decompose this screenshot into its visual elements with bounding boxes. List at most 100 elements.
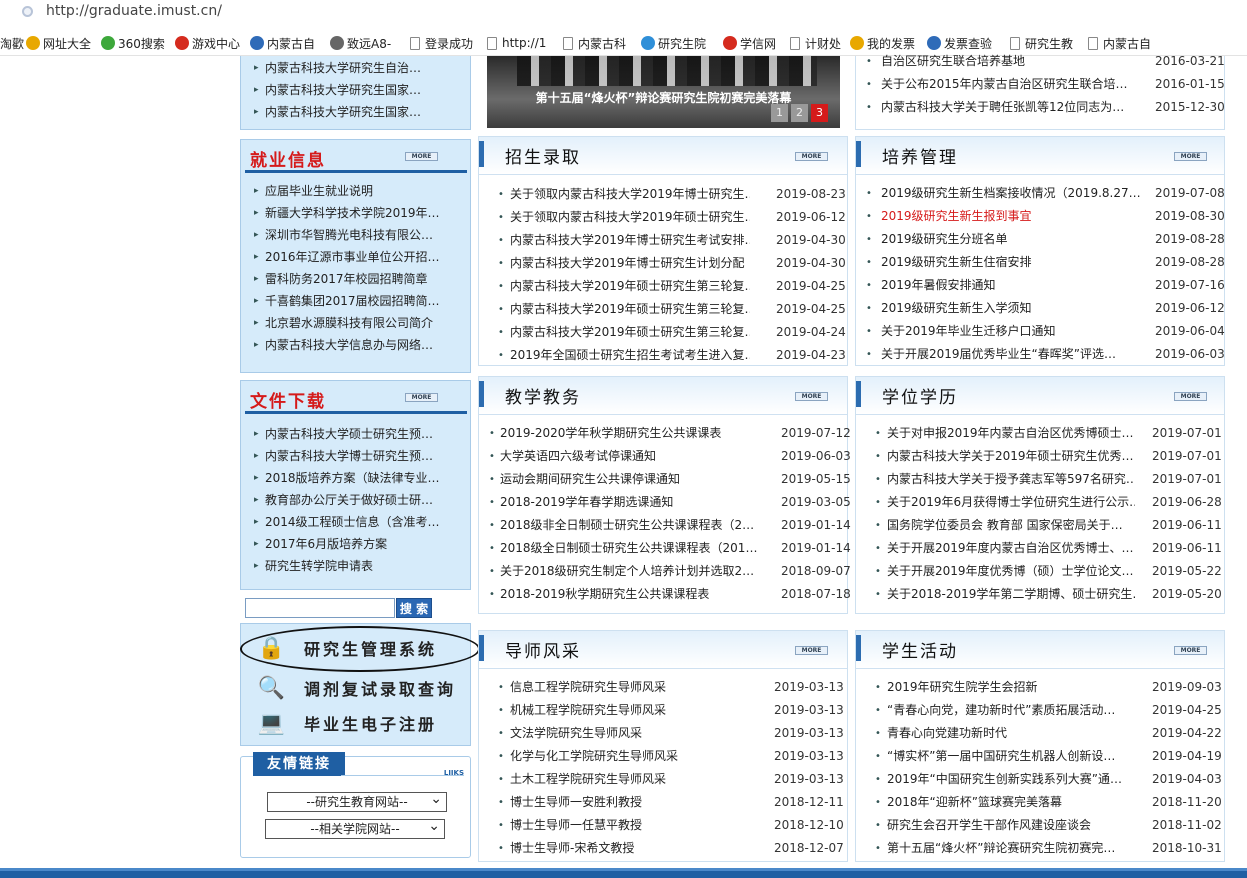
news-row[interactable]: 博士生导师一任慧平教授 2018-12-10 [479, 814, 847, 837]
news-title[interactable]: 内蒙古科技大学2019年硕士研究生第三轮复… [510, 275, 750, 298]
news-row[interactable]: “博实杯”第一届中国研究生机器人创新设… 2019-04-19 [856, 745, 1224, 768]
adjustment-query-link[interactable]: 🔍 调剂复试录取查询 [256, 672, 456, 704]
search-button[interactable]: 搜 索 [396, 598, 432, 618]
news-row[interactable]: 第十五届“烽火杯”辩论赛研究生院初赛完… 2018-10-31 [856, 837, 1224, 860]
employment-more-button[interactable]: MORE [405, 152, 438, 161]
news-row[interactable]: 关于2019年毕业生迁移户口通知 2019-06-04 [856, 320, 1225, 343]
download-link[interactable]: 2018版培养方案（缺法律专业… [241, 467, 470, 489]
bookmark-item[interactable]: 登录成功 [410, 34, 473, 52]
news-row[interactable]: 2019年“中国研究生创新实践系列大赛”通… 2019-04-03 [856, 768, 1224, 791]
news-title[interactable]: 关于开展2019年度内蒙古自治区优秀博士、… [887, 537, 1135, 560]
news-title[interactable]: 关于领取内蒙古科技大学2019年硕士研究生… [510, 206, 750, 229]
news-row[interactable]: 信息工程学院研究生导师风采 2019-03-13 [479, 676, 847, 699]
downloads-more-button[interactable]: MORE [405, 393, 438, 402]
news-row[interactable]: 2018级非全日制硕士研究生公共课课程表（2… 2019-01-14 [479, 514, 851, 537]
news-title[interactable]: 2019级研究生新生住宿安排 [881, 251, 1141, 274]
news-row[interactable]: 2018级全日制硕士研究生公共课课程表（201… 2019-01-14 [479, 537, 851, 560]
news-title[interactable]: 文法学院研究生导师风采 [510, 722, 750, 745]
news-row[interactable]: 博士生导师-宋希文教授 2018-12-07 [479, 837, 847, 860]
news-title[interactable]: 2019年研究生院学生会招新 [887, 676, 1137, 699]
news-title[interactable]: 2018级全日制硕士研究生公共课课程表（201… [500, 537, 765, 560]
top-left-link[interactable]: 内蒙古科技大学研究生自治… [241, 57, 470, 79]
news-title[interactable]: 2019-2020学年秋学期研究生公共课课表 [500, 422, 765, 445]
training-more-button[interactable]: MORE [1174, 152, 1207, 161]
news-title[interactable]: “青春心向党，建功新时代”素质拓展活动… [887, 699, 1137, 722]
news-row[interactable]: 2019年研究生院学生会招新 2019-09-03 [856, 676, 1224, 699]
news-title[interactable]: 2019级研究生新生报到事宜 [881, 205, 1141, 228]
teaching-more-button[interactable]: MORE [795, 392, 828, 401]
bookmark-item[interactable]: 360搜索 [101, 34, 165, 52]
top-left-link[interactable]: 内蒙古科技大学研究生国家… [241, 101, 470, 123]
news-title[interactable]: 2019年“中国研究生创新实践系列大赛”通… [887, 768, 1137, 791]
news-row[interactable]: 关于2018-2019学年第二学期博、硕士研究生… 2019-05-20 [856, 583, 1224, 606]
news-banner[interactable]: 第十五届“烽火杯”辩论赛研究生院初赛完美落幕 123 [487, 56, 840, 128]
employment-link[interactable]: 2016年辽源市事业单位公开招… [241, 246, 470, 268]
banner-page-button[interactable]: 3 [811, 104, 828, 122]
bookmark-item[interactable]: 研究生院 [641, 34, 706, 52]
news-title[interactable]: 信息工程学院研究生导师风采 [510, 676, 750, 699]
college-sites-select[interactable]: --相关学院网站-- [265, 817, 445, 839]
news-title[interactable]: 化学与化工学院研究生导师风采 [510, 745, 750, 768]
news-title[interactable]: 博士生导师-宋希文教授 [510, 837, 750, 860]
news-title[interactable]: 2019级研究生新生入学须知 [881, 297, 1141, 320]
bookmark-item[interactable]: 内蒙古科 [563, 34, 626, 52]
news-row[interactable]: 关于领取内蒙古科技大学2019年硕士研究生… 2019-06-12 [479, 206, 847, 229]
education-sites-select[interactable]: --研究生教育网站-- [267, 790, 447, 812]
employment-link[interactable]: 北京碧水源膜科技有限公司简介 [241, 312, 470, 334]
news-title[interactable]: 关于2018-2019学年第二学期博、硕士研究生… [887, 583, 1135, 606]
news-title[interactable]: 关于开展2019年度优秀博（硕）士学位论文… [887, 560, 1135, 583]
news-row[interactable]: 2019级研究生分班名单 2019-08-28 [856, 228, 1225, 251]
news-row[interactable]: 内蒙古科技大学2019年硕士研究生第三轮复… 2019-04-25 [479, 275, 847, 298]
news-title[interactable]: 研究生会召开学生干部作风建设座谈会 [887, 814, 1137, 837]
news-row[interactable]: 博士生导师一安胜利教授 2018-12-11 [479, 791, 847, 814]
news-title[interactable]: 内蒙古科技大学2019年博士研究生计划分配 [510, 252, 750, 275]
bookmark-item[interactable]: 淘歡 [0, 34, 24, 52]
news-row[interactable]: 机械工程学院研究生导师风采 2019-03-13 [479, 699, 847, 722]
news-row[interactable]: 化学与化工学院研究生导师风采 2019-03-13 [479, 745, 847, 768]
news-title[interactable]: 内蒙古科技大学2019年硕士研究生第三轮复… [510, 298, 750, 321]
page-info-icon[interactable] [22, 6, 33, 17]
news-row[interactable]: 内蒙古科技大学2019年博士研究生计划分配 2019-04-30 [479, 252, 847, 275]
news-row[interactable]: 关于2019年6月获得博士学位研究生进行公示… 2019-06-28 [856, 491, 1224, 514]
news-title[interactable]: 关于2019年6月获得博士学位研究生进行公示… [887, 491, 1135, 514]
news-row[interactable]: 研究生会召开学生干部作风建设座谈会 2018-11-02 [856, 814, 1224, 837]
news-row[interactable]: 关于开展2019年度优秀博（硕）士学位论文… 2019-05-22 [856, 560, 1224, 583]
news-row[interactable]: 青春心向党建功新时代 2019-04-22 [856, 722, 1224, 745]
news-row[interactable]: 土木工程学院研究生导师风采 2019-03-13 [479, 768, 847, 791]
news-row[interactable]: 内蒙古科技大学关于聘任张凯等12位同志为… 2015-12-30 [856, 96, 1225, 119]
employment-link[interactable]: 深圳市华智腾光电科技有限公… [241, 224, 470, 246]
news-row[interactable]: 2019年暑假安排通知 2019-07-16 [856, 274, 1225, 297]
bookmark-item[interactable]: 计财处 [790, 34, 841, 52]
news-title[interactable]: 2019级研究生分班名单 [881, 228, 1141, 251]
news-title[interactable]: 2018级非全日制硕士研究生公共课课程表（2… [500, 514, 765, 537]
news-row[interactable]: 文法学院研究生导师风采 2019-03-13 [479, 722, 847, 745]
news-title[interactable]: 内蒙古科技大学2019年博士研究生考试安排… [510, 229, 750, 252]
news-row[interactable]: 自治区研究生联合培养基地 2016-03-21 [856, 50, 1225, 73]
employment-link[interactable]: 千喜鹤集团2017届校园招聘简… [241, 290, 470, 312]
news-title[interactable]: 关于对申报2019年内蒙古自治区优秀博硕士… [887, 422, 1135, 445]
news-row[interactable]: 内蒙古科技大学2019年硕士研究生第三轮复… 2019-04-24 [479, 321, 847, 344]
news-row[interactable]: 运动会期间研究生公共课停课通知 2019-05-15 [479, 468, 851, 491]
graduate-management-system-link[interactable]: 🔒 研究生管理系统 [240, 626, 480, 672]
news-row[interactable]: 内蒙古科技大学关于2019年硕士研究生优秀… 2019-07-01 [856, 445, 1224, 468]
news-title[interactable]: 土木工程学院研究生导师风采 [510, 768, 750, 791]
address-bar[interactable]: http://graduate.imust.cn/ [0, 0, 1247, 24]
news-row[interactable]: 内蒙古科技大学2019年博士研究生考试安排… 2019-04-30 [479, 229, 847, 252]
news-row[interactable]: 关于领取内蒙古科技大学2019年博士研究生… 2019-08-23 [479, 183, 847, 206]
degree-more-button[interactable]: MORE [1174, 392, 1207, 401]
news-title[interactable]: 关于2019年毕业生迁移户口通知 [881, 320, 1141, 343]
news-row[interactable]: 2018-2019学年春学期选课通知 2019-03-05 [479, 491, 851, 514]
news-title[interactable]: 内蒙古科技大学关于聘任张凯等12位同志为… [881, 96, 1146, 119]
news-title[interactable]: 2019级研究生新生档案接收情况（2019.8.27… [881, 182, 1141, 205]
news-row[interactable]: “青春心向党，建功新时代”素质拓展活动… 2019-04-25 [856, 699, 1224, 722]
news-title[interactable]: “博实杯”第一届中国研究生机器人创新设… [887, 745, 1137, 768]
news-row[interactable]: 2019级研究生新生住宿安排 2019-08-28 [856, 251, 1225, 274]
news-title[interactable]: 关于开展2019届优秀毕业生“春晖奖”评选… [881, 343, 1141, 366]
news-title[interactable]: 国务院学位委员会 教育部 国家保密局关于… [887, 514, 1135, 537]
news-title[interactable]: 2019年全国硕士研究生招生考试考生进入复… [510, 344, 750, 367]
news-row[interactable]: 关于开展2019届优秀毕业生“春晖奖”评选… 2019-06-03 [856, 343, 1225, 366]
news-title[interactable]: 2018年“迎新杯”篮球赛完美落幕 [887, 791, 1137, 814]
news-title[interactable]: 机械工程学院研究生导师风采 [510, 699, 750, 722]
news-row[interactable]: 2019级研究生新生报到事宜 2019-08-30 [856, 205, 1225, 228]
employment-link[interactable]: 雷科防务2017年校园招聘简章 [241, 268, 470, 290]
